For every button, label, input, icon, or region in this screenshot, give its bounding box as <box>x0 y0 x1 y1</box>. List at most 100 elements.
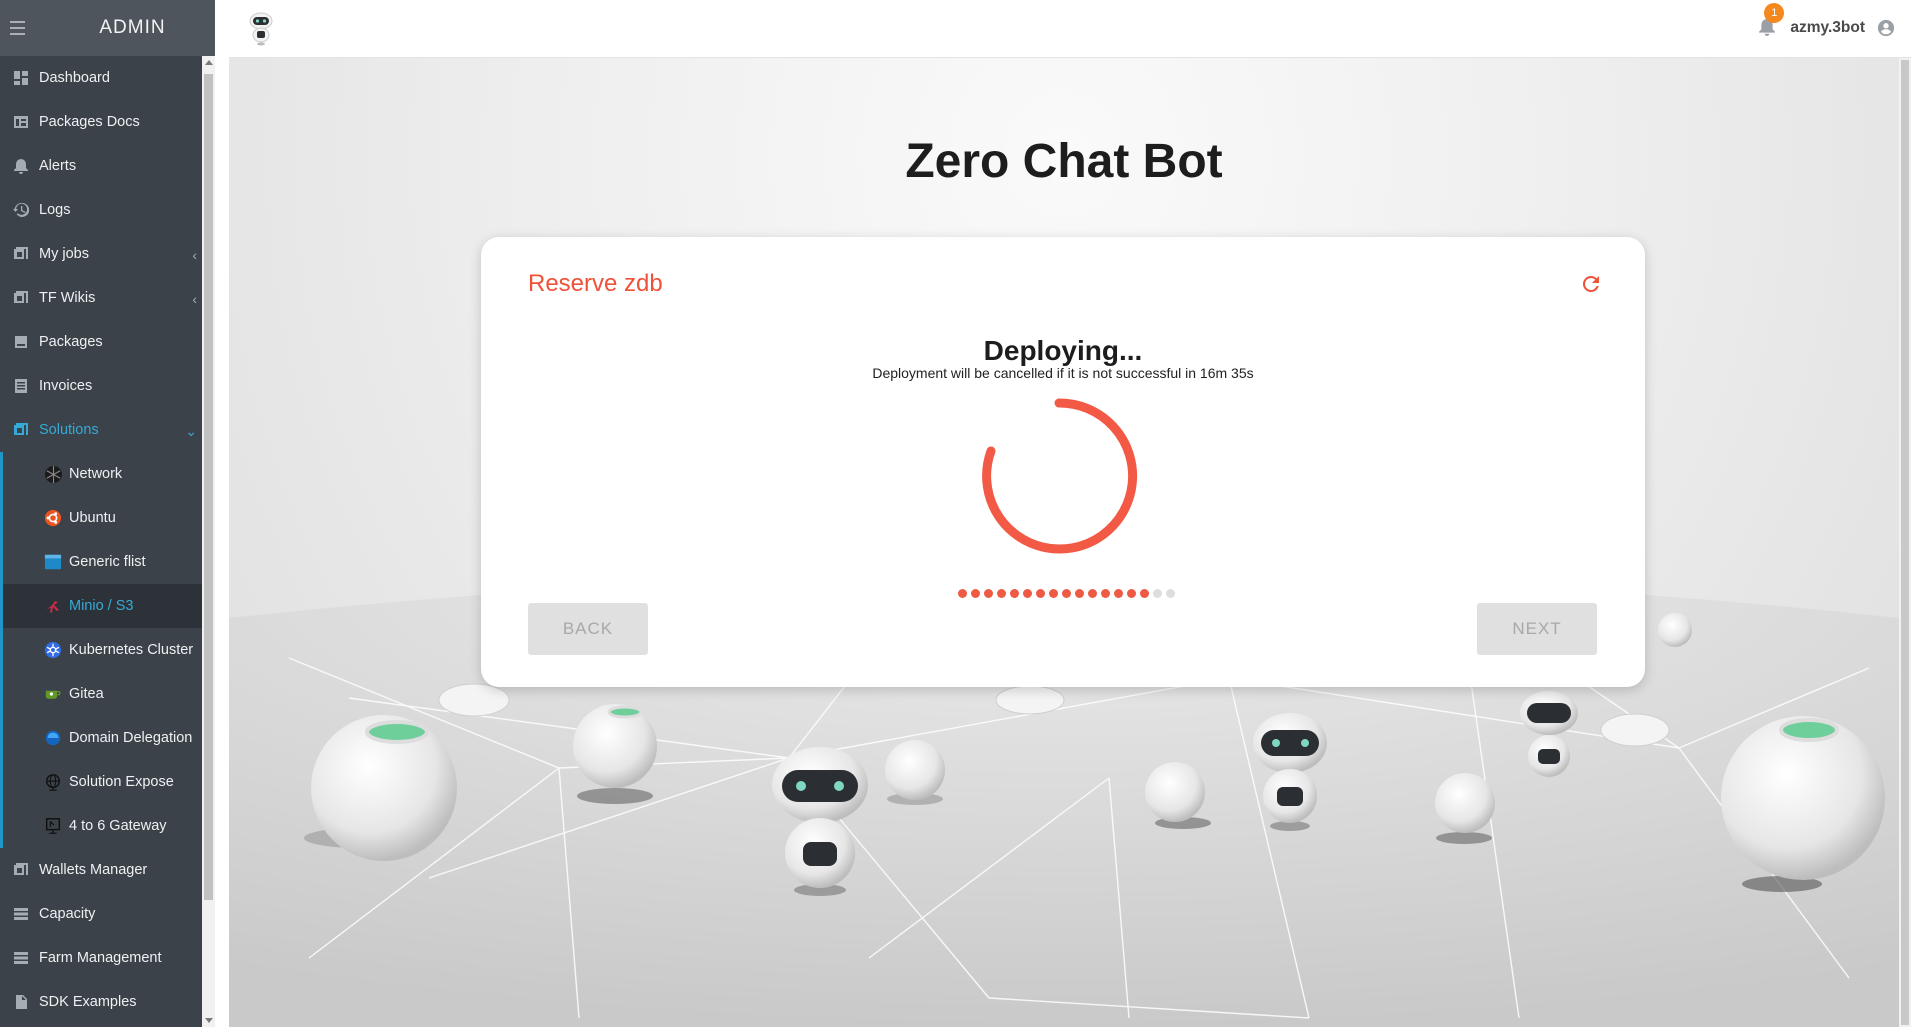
sidebar-item-label: SDK Examples <box>39 994 137 1010</box>
sidebar-item-alerts[interactable]: Alerts <box>0 144 215 188</box>
flist-icon <box>43 552 63 572</box>
sidebar-item-label: Capacity <box>39 906 96 922</box>
gitea-icon <box>43 684 63 704</box>
sidebar-item-network[interactable]: Network <box>3 452 215 496</box>
sidebar-item-4to6-gateway[interactable]: 4 to 6 Gateway <box>3 804 215 848</box>
capacity-icon <box>13 906 29 922</box>
sidebar-item-label: Dashboard <box>39 70 110 86</box>
deploy-timeout-message: Deployment will be cancelled if it is no… <box>872 365 1254 381</box>
back-button[interactable]: BACK <box>528 603 648 655</box>
network-icon <box>43 464 63 484</box>
next-button[interactable]: NEXT <box>1477 603 1597 655</box>
domain-icon <box>43 728 63 748</box>
sidebar-item-label: Farm Management <box>39 950 162 966</box>
sidebar-item-sdk-examples[interactable]: SDK Examples <box>0 980 215 1024</box>
sidebar-item-generic-flist[interactable]: Generic flist <box>3 540 215 584</box>
scroll-down-icon[interactable] <box>205 1018 213 1023</box>
bell-icon <box>13 158 29 174</box>
app-root: ADMIN Dashboard Packages Docs Alerts Log… <box>0 0 1911 1027</box>
progress-dot <box>1022 589 1032 598</box>
progress-dot <box>1087 589 1097 598</box>
progress-dot <box>1126 589 1136 598</box>
solutions-submenu: Network Ubuntu Generic flist Minio / S3 … <box>0 452 215 848</box>
sidebar-item-label: Minio / S3 <box>69 598 134 614</box>
sidebar: ADMIN Dashboard Packages Docs Alerts Log… <box>0 0 215 1027</box>
progress-dot <box>1009 589 1019 598</box>
farm-icon <box>13 950 29 966</box>
sidebar-item-capacity[interactable]: Capacity <box>0 892 215 936</box>
sidebar-item-packages-docs[interactable]: Packages Docs <box>0 100 215 144</box>
sidebar-item-label: My jobs <box>39 246 89 262</box>
sidebar-item-label: Packages Docs <box>39 114 140 130</box>
sidebar-scroll-thumb[interactable] <box>204 74 213 900</box>
sidebar-item-solution-expose[interactable]: Solution Expose <box>3 760 215 804</box>
sidebar-item-label: Ubuntu <box>69 510 116 526</box>
username[interactable]: azmy.3bot <box>1790 19 1865 37</box>
wallet-icon <box>13 862 29 878</box>
chevron-left-icon: ‹ <box>192 247 197 263</box>
sidebar-item-label: Logs <box>39 202 71 218</box>
progress-dot <box>970 589 980 598</box>
sidebar-item-wallets-manager[interactable]: Wallets Manager <box>0 848 215 892</box>
notification-badge: 1 <box>1764 3 1785 23</box>
sidebar-item-minio[interactable]: Minio / S3 <box>3 584 215 628</box>
sidebar-item-packages[interactable]: Packages <box>0 320 215 364</box>
sidebar-item-solutions[interactable]: Solutions ⌄ <box>0 408 215 452</box>
main-scroll-thumb[interactable] <box>1901 60 1909 1025</box>
top-bar-right: 1 azmy.3bot <box>1758 0 1895 56</box>
sidebar-item-label: Invoices <box>39 378 93 394</box>
scroll-up-icon[interactable] <box>205 60 213 65</box>
minio-icon <box>43 596 63 616</box>
sidebar-item-kubernetes[interactable]: Kubernetes Cluster <box>3 628 215 672</box>
kubernetes-icon <box>43 640 63 660</box>
progress-dot <box>1152 589 1162 598</box>
hamburger-menu-icon[interactable] <box>10 18 28 38</box>
sidebar-item-my-jobs[interactable]: My jobs ‹ <box>0 232 215 276</box>
sidebar-item-label: Generic flist <box>69 554 146 570</box>
sidebar-item-label: Wallets Manager <box>39 862 148 878</box>
sidebar-item-ubuntu[interactable]: Ubuntu <box>3 496 215 540</box>
solutions-icon <box>13 422 29 438</box>
chatbot-card: Reserve zdb Deploying... Deployment will… <box>481 237 1645 687</box>
jobs-icon <box>13 246 29 262</box>
progress-dot <box>1048 589 1058 598</box>
sidebar-header: ADMIN <box>0 0 215 56</box>
sidebar-item-label: Solution Expose <box>69 774 174 790</box>
gateway-icon <box>43 816 63 836</box>
progress-dot <box>957 589 967 598</box>
progress-dot <box>1074 589 1084 598</box>
loading-spinner-icon <box>982 398 1138 554</box>
sidebar-item-dashboard[interactable]: Dashboard <box>0 56 215 100</box>
ubuntu-icon <box>43 508 63 528</box>
sidebar-item-label: Domain Delegation <box>69 730 193 746</box>
sidebar-menu-bottom: Wallets Manager Capacity Farm Management… <box>0 848 215 1024</box>
card-title: Reserve zdb <box>528 270 663 297</box>
sidebar-item-logs[interactable]: Logs <box>0 188 215 232</box>
sidebar-item-domain-delegation[interactable]: Domain Delegation <box>3 716 215 760</box>
globe-icon <box>43 772 63 792</box>
account-circle-icon[interactable] <box>1877 19 1895 37</box>
sidebar-item-label: Gitea <box>69 686 104 702</box>
top-bar: 1 azmy.3bot <box>229 0 1911 58</box>
docs-icon <box>13 114 29 130</box>
invoice-icon <box>13 378 29 394</box>
sidebar-item-label: Solutions <box>39 422 99 438</box>
refresh-icon[interactable] <box>1579 272 1603 296</box>
sidebar-scroll: Dashboard Packages Docs Alerts Logs My j… <box>0 56 215 1027</box>
sdk-icon <box>13 994 29 1010</box>
sidebar-scrollbar[interactable] <box>202 56 215 1027</box>
bot-logo-icon[interactable] <box>248 12 274 46</box>
sidebar-item-invoices[interactable]: Invoices <box>0 364 215 408</box>
sidebar-item-gitea[interactable]: Gitea <box>3 672 215 716</box>
dashboard-icon <box>13 70 29 86</box>
progress-dot <box>1100 589 1110 598</box>
main-scrollbar[interactable] <box>1899 58 1911 1027</box>
sidebar-item-farm-management[interactable]: Farm Management <box>0 936 215 980</box>
chevron-down-icon: ⌄ <box>185 423 197 439</box>
main-content: Zero Chat Bot Reserve zdb Deploying... D… <box>229 58 1899 1027</box>
deploying-status: Deploying... <box>983 335 1143 366</box>
notifications-button[interactable]: 1 <box>1758 3 1785 38</box>
sidebar-item-tf-wikis[interactable]: TF Wikis ‹ <box>0 276 215 320</box>
progress-dot <box>1139 589 1149 598</box>
sidebar-item-label: Kubernetes Cluster <box>69 642 194 658</box>
